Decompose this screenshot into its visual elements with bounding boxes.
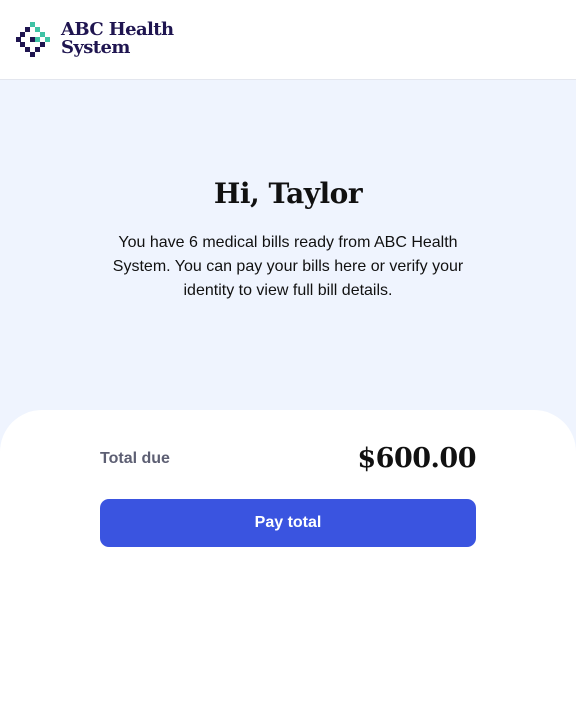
- welcome-section: Hi, Taylor You have 6 medical bills read…: [0, 80, 576, 460]
- medical-cross-icon: [16, 22, 50, 57]
- brand-logo[interactable]: ABC Health System: [16, 20, 174, 58]
- greeting-heading: Hi, Taylor: [213, 177, 363, 210]
- payment-summary-card: Total due $600.00 Pay total: [0, 410, 576, 723]
- total-due-label: Total due: [100, 450, 170, 467]
- total-due-amount: $600.00: [357, 443, 476, 474]
- pay-total-button[interactable]: Pay total: [100, 499, 476, 547]
- brand-name-line2: System: [61, 37, 130, 58]
- app-header: ABC Health System: [0, 0, 576, 80]
- total-due-row: Total due $600.00: [100, 440, 476, 480]
- brand-name: ABC Health System: [61, 21, 174, 58]
- bills-intro-text: You have 6 medical bills ready from ABC …: [112, 234, 464, 299]
